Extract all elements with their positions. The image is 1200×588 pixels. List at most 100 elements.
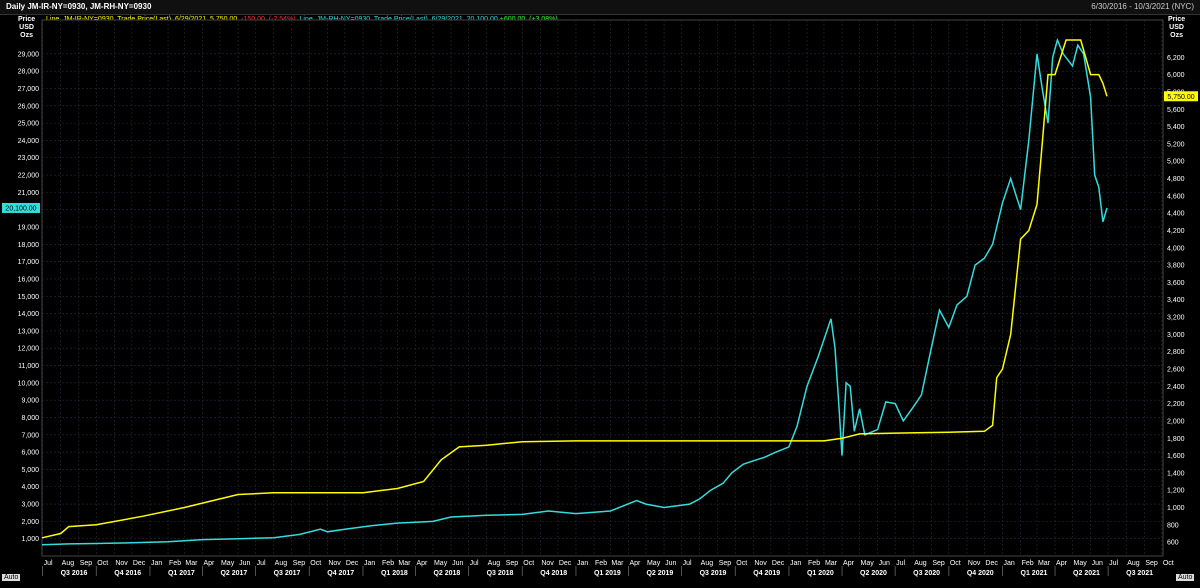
- month-tick-label: May: [647, 560, 661, 567]
- month-tick-label: Oct: [97, 560, 108, 567]
- left-axis-tick-label: 14,000: [18, 311, 40, 318]
- month-tick-label: Jan: [577, 560, 588, 567]
- right-axis-tick-label: 5,200: [1167, 141, 1185, 148]
- month-tick-label: Sep: [506, 560, 519, 567]
- month-tick-label: May: [221, 560, 235, 567]
- month-tick-label: Jan: [364, 560, 375, 567]
- quarter-tick-label: Q4 2017: [327, 570, 354, 577]
- month-tick-label: Jul: [44, 560, 53, 567]
- quarter-tick-label: Q3 2021: [1126, 570, 1153, 577]
- month-tick-label: Oct: [1163, 560, 1174, 567]
- left-axis-tick-label: 12,000: [18, 346, 40, 353]
- right-axis-tick-label: 4,800: [1167, 176, 1185, 183]
- month-tick-label: Apr: [203, 560, 215, 567]
- right-axis-tick-label: 3,800: [1167, 263, 1185, 270]
- right-axis-tick-label: 6,000: [1167, 72, 1185, 79]
- quarter-tick-label: Q4 2020: [967, 570, 994, 577]
- quarter-tick-label: Q2 2018: [433, 570, 460, 577]
- auto-scale-right[interactable]: Auto: [1176, 574, 1195, 581]
- month-tick-label: Oct: [736, 560, 747, 567]
- right-axis-tick-label: 2,000: [1167, 418, 1185, 425]
- right-axis-tick-label: 3,200: [1167, 315, 1185, 322]
- quarter-tick-label: Q1 2017: [168, 570, 195, 577]
- right-axis-tick-label: 2,400: [1167, 384, 1185, 391]
- left-axis-tick-label: 10,000: [18, 380, 40, 387]
- month-tick-label: Apr: [843, 560, 855, 567]
- month-tick-label: Aug: [275, 560, 288, 567]
- month-tick-label: Jun: [879, 560, 890, 567]
- month-tick-label: Nov: [541, 560, 554, 567]
- quarter-tick-label: Q1 2018: [381, 570, 408, 577]
- month-tick-label: Aug: [914, 560, 927, 567]
- left-axis-tick-label: 13,000: [18, 328, 40, 335]
- right-axis-tick-label: 6,200: [1167, 55, 1185, 62]
- month-tick-label: Nov: [115, 560, 128, 567]
- right-axis-tick-label: 3,000: [1167, 332, 1185, 339]
- month-tick-label: Jan: [790, 560, 801, 567]
- right-axis-tick-label: 2,800: [1167, 349, 1185, 356]
- month-tick-label: Jul: [683, 560, 692, 567]
- month-tick-label: Apr: [629, 560, 641, 567]
- quarter-tick-label: Q3 2017: [274, 570, 301, 577]
- month-tick-label: May: [861, 560, 875, 567]
- left-axis-tick-label: 2,000: [21, 519, 39, 526]
- left-axis-tick-label: 29,000: [18, 51, 40, 58]
- month-tick-label: Jun: [665, 560, 676, 567]
- quarter-tick-label: Q4 2019: [753, 570, 780, 577]
- month-tick-label: Mar: [398, 560, 411, 567]
- quarter-tick-label: Q3 2020: [913, 570, 940, 577]
- quarter-tick-label: Q3 2018: [487, 570, 514, 577]
- iridium-last-value-label: 5,750.00: [1167, 94, 1194, 101]
- right-axis-tick-label: 4,000: [1167, 245, 1185, 252]
- month-tick-label: Dec: [559, 560, 572, 567]
- month-tick-label: Mar: [825, 560, 838, 567]
- right-axis-tick-label: 3,600: [1167, 280, 1185, 287]
- month-tick-label: Jul: [1109, 560, 1118, 567]
- month-tick-label: Dec: [772, 560, 785, 567]
- month-tick-label: Apr: [416, 560, 428, 567]
- month-tick-label: Feb: [169, 560, 181, 567]
- month-tick-label: Nov: [754, 560, 767, 567]
- month-tick-label: Jul: [470, 560, 479, 567]
- right-axis-tick-label: 1,400: [1167, 470, 1185, 477]
- month-tick-label: Jun: [1092, 560, 1103, 567]
- right-axis-tick-label: 4,400: [1167, 211, 1185, 218]
- month-tick-label: May: [1074, 560, 1088, 567]
- left-axis-tick-label: 24,000: [18, 138, 40, 145]
- right-axis-tick-label: 4,600: [1167, 193, 1185, 200]
- month-tick-label: Feb: [1022, 560, 1034, 567]
- quarter-tick-label: Q2 2017: [220, 570, 247, 577]
- right-axis-tick-label: 5,600: [1167, 107, 1185, 114]
- month-tick-label: Feb: [808, 560, 820, 567]
- month-tick-label: Aug: [1127, 560, 1140, 567]
- month-tick-label: Aug: [62, 560, 75, 567]
- month-tick-label: Feb: [595, 560, 607, 567]
- rhodium-last-value-label: 20,100.00: [5, 205, 36, 212]
- month-tick-label: Mar: [1038, 560, 1051, 567]
- left-axis-tick-label: 3,000: [21, 502, 39, 509]
- left-axis-tick-label: 16,000: [18, 276, 40, 283]
- month-tick-label: Mar: [185, 560, 198, 567]
- left-axis-tick-label: 21,000: [18, 190, 40, 197]
- quarter-tick-label: Q4 2016: [114, 570, 141, 577]
- right-axis-tick-label: 600: [1167, 540, 1179, 547]
- month-tick-label: Jun: [452, 560, 463, 567]
- left-axis-tick-label: 9,000: [21, 398, 39, 405]
- right-axis-tick-label: 1,600: [1167, 453, 1185, 460]
- month-tick-label: Sep: [80, 560, 93, 567]
- price-chart: 1,000 2,000 3,000 4,000 5,000 6,000 7,000 8,000…: [2, 19, 1198, 577]
- right-axis-tick-label: 3,400: [1167, 297, 1185, 304]
- month-tick-label: Sep: [932, 560, 945, 567]
- right-axis-tick-label: 1,800: [1167, 436, 1185, 443]
- auto-scale-left[interactable]: Auto: [2, 574, 21, 581]
- month-tick-label: Mar: [611, 560, 624, 567]
- right-axis-tick-label: 1,000: [1167, 505, 1185, 512]
- left-axis-tick-label: 8,000: [21, 415, 39, 422]
- left-axis-tick-label: 11,000: [18, 363, 39, 370]
- quarter-tick-label: Q1 2019: [594, 570, 621, 577]
- left-axis-tick-label: 23,000: [18, 155, 40, 162]
- left-axis-tick-label: 1,000: [21, 536, 39, 543]
- left-axis-tick-label: 7,000: [21, 432, 39, 439]
- left-axis-tick-label: 28,000: [18, 69, 40, 76]
- month-tick-label: Apr: [1056, 560, 1068, 567]
